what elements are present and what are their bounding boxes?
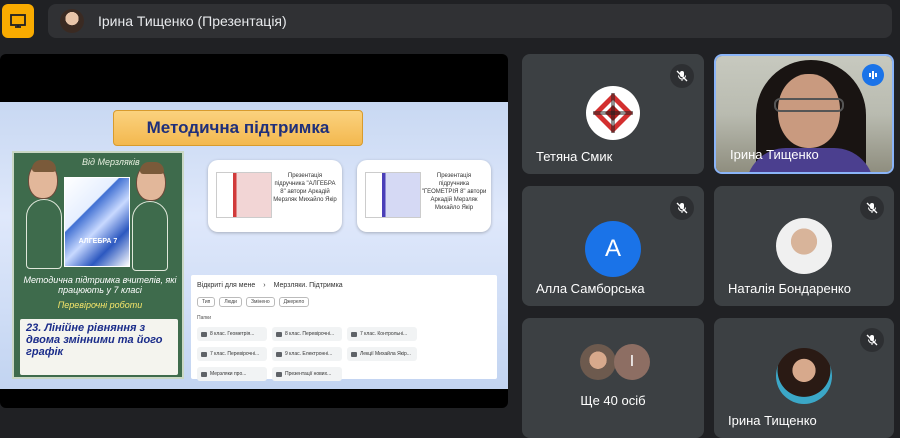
algebra-book-cover: АЛГЕБРА 7 bbox=[64, 177, 130, 267]
others-count: Ще 40 осіб bbox=[580, 393, 646, 408]
folder-item: Презентації нових... bbox=[272, 367, 342, 381]
chip: Люди bbox=[219, 297, 242, 307]
body-sketch-right bbox=[132, 201, 168, 271]
participant-name: Тетяна Смик bbox=[536, 149, 613, 164]
participant-tile[interactable]: Ірина Тищенко bbox=[714, 318, 894, 438]
board-subtext: Перевірочні роботи bbox=[57, 300, 143, 310]
board-from: Від Мерзляків bbox=[82, 157, 140, 167]
chip: Тип bbox=[197, 297, 216, 307]
others-tile[interactable]: І Ще 40 осіб bbox=[522, 318, 704, 438]
book-label: АЛГЕБРА 7 bbox=[78, 238, 118, 245]
mic-off-icon bbox=[860, 196, 884, 220]
avatar bbox=[580, 344, 616, 380]
chip: Змінено bbox=[245, 297, 275, 307]
participant-name: Ірина Тищенко bbox=[730, 147, 819, 162]
chalkboard-image: Від Мерзляків АЛГЕБРА 7 Методична підтри… bbox=[12, 151, 184, 379]
breadcrumb-shared: Відкриті для мене bbox=[197, 281, 256, 289]
body-sketch-left bbox=[26, 199, 62, 269]
participant-name: Наталія Бондаренко bbox=[728, 281, 851, 296]
board-text: Методична підтримка вчителів, які працюю… bbox=[23, 275, 177, 295]
face-right bbox=[136, 162, 166, 201]
top-bar: Ірина Тищенко (Презентація) bbox=[0, 0, 900, 44]
drive-screenshot: Відкриті для мене › Мерзляки. Підтримка … bbox=[191, 275, 497, 381]
slide-title: Методична підтримка bbox=[113, 110, 363, 146]
folder-item: 7 клас. Перевірочні... bbox=[197, 347, 267, 361]
note-text: 23. Лінійне рівняння з двома змінними та… bbox=[26, 322, 163, 358]
participant-tile[interactable]: А Алла Самборська bbox=[522, 186, 704, 306]
slide: Методична підтримка Від Мерзляків АЛГЕБР… bbox=[0, 102, 508, 389]
folder-item: 8 клас. Перевірочні... bbox=[272, 327, 342, 341]
avatar bbox=[776, 218, 832, 274]
mic-off-icon bbox=[860, 328, 884, 352]
chip: Джерело bbox=[278, 297, 310, 307]
presentation-icon[interactable] bbox=[2, 4, 34, 38]
filter-chips: Тип Люди Змінено Джерело bbox=[197, 297, 491, 307]
participant-tile[interactable]: Тетяна Смик bbox=[522, 54, 704, 174]
card-text: Презентація підручника "ГЕОМЕТРІЯ 8" авт… bbox=[421, 173, 487, 211]
avatar-initial: І bbox=[614, 344, 650, 380]
participant-tile-active[interactable]: Ірина Тищенко bbox=[714, 54, 894, 174]
participant-name: Алла Самборська bbox=[536, 281, 645, 296]
avatar bbox=[60, 9, 84, 33]
folder-item: Мерзляки про... bbox=[197, 367, 267, 381]
drive-breadcrumb: Відкриті для мене › Мерзляки. Підтримка bbox=[197, 281, 343, 289]
breadcrumb-folder: Мерзляки. Підтримка bbox=[273, 281, 343, 289]
folders-label: Папки bbox=[197, 315, 212, 321]
book-thumbnail bbox=[216, 172, 272, 218]
folder-item: Лекції Михайла Якір... bbox=[347, 347, 417, 361]
avatar-initial: А bbox=[585, 221, 641, 277]
mic-off-icon bbox=[670, 64, 694, 88]
book-thumbnail bbox=[365, 172, 421, 218]
avatar bbox=[776, 348, 832, 404]
presenter-bar[interactable]: Ірина Тищенко (Презентація) bbox=[48, 4, 892, 38]
presentation-panel[interactable]: Методична підтримка Від Мерзляків АЛГЕБР… bbox=[0, 54, 508, 408]
presenter-title: Ірина Тищенко (Презентація) bbox=[98, 13, 287, 29]
face-left bbox=[28, 160, 58, 199]
participant-name: Ірина Тищенко bbox=[728, 413, 817, 428]
folder-grid: 8 клас. Геометрія... 8 клас. Перевірочні… bbox=[197, 327, 491, 387]
mic-off-icon bbox=[670, 196, 694, 220]
note-card: 23. Лінійне рівняння з двома змінними та… bbox=[20, 319, 178, 375]
folder-item: 8 клас. Геометрія... bbox=[197, 327, 267, 341]
audio-level-icon bbox=[862, 64, 884, 86]
folder-item: 9 клас. Електронні... bbox=[272, 347, 342, 361]
participant-tile[interactable]: Наталія Бондаренко bbox=[714, 186, 894, 306]
book-card-geometry: Презентація підручника "ГЕОМЕТРІЯ 8" авт… bbox=[357, 160, 491, 232]
avatar bbox=[586, 86, 640, 140]
folder-item: 7 клас. Контрольні... bbox=[347, 327, 417, 341]
card-text: Презентація підручника "АЛГЕБРА 8" автор… bbox=[273, 173, 337, 203]
book-card-algebra: Презентація підручника "АЛГЕБРА 8" автор… bbox=[208, 160, 342, 232]
